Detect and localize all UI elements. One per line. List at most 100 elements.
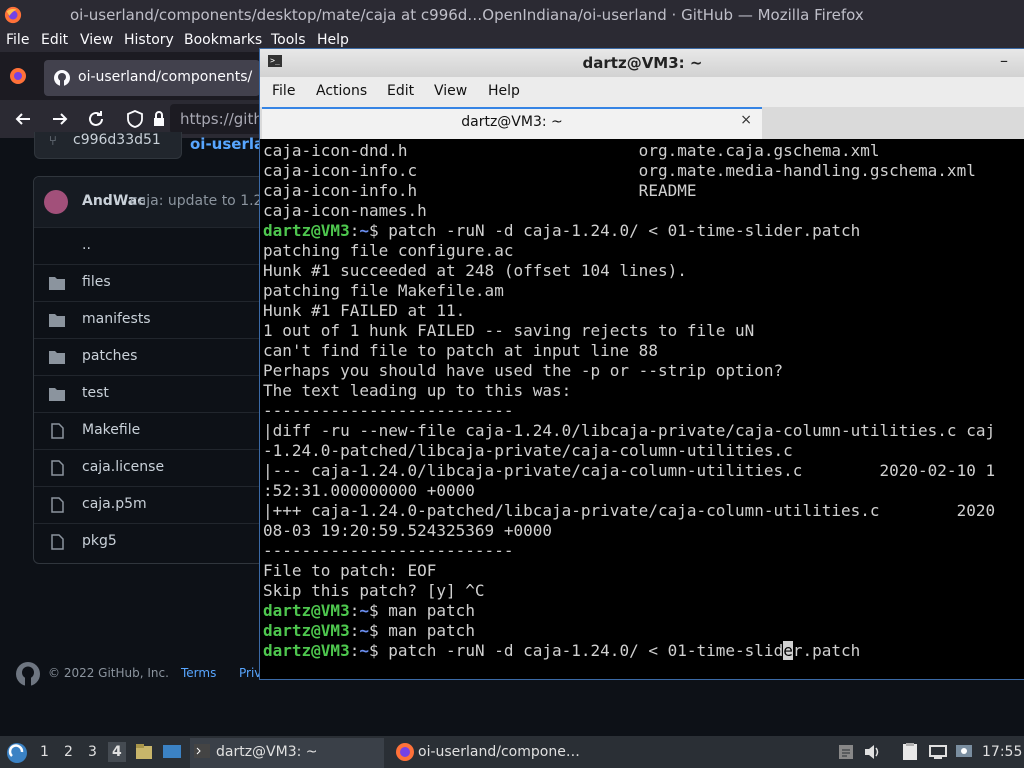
file-row-makefile[interactable]: Makefile (34, 412, 274, 449)
workspace-1[interactable]: 1 (40, 744, 49, 760)
parent-directory-row[interactable]: .. (34, 227, 274, 264)
start-menu-icon[interactable] (6, 742, 28, 764)
terminal-tab[interactable]: dartz@VM3: ~ × (262, 107, 762, 139)
menu-tools[interactable]: Tools (271, 32, 306, 48)
prompt-separator: : (349, 621, 360, 640)
file-name[interactable]: pkg5 (82, 533, 117, 549)
prompt-path: ~ (359, 621, 369, 640)
prompt-user: dartz@VM3 (263, 221, 350, 240)
file-manager-icon[interactable] (134, 742, 154, 762)
menu-help[interactable]: Help (317, 32, 349, 48)
prompt-command: patch -ruN -d caja-1.24.0/ < 01-time-sli… (388, 221, 861, 240)
terminal-output-line: -1.24.0-patched/libcaja-private/caja-col… (263, 441, 793, 460)
file-name[interactable]: caja.license (82, 459, 164, 475)
file-row-caja-license[interactable]: caja.license (34, 449, 274, 486)
workspace-2[interactable]: 2 (64, 744, 73, 760)
file-icon (51, 534, 64, 550)
terminal-prompt-line: dartz@VM3:~$ man patch (263, 621, 1023, 641)
close-icon[interactable]: × (740, 112, 752, 128)
lock-icon[interactable] (150, 110, 168, 128)
terminal-menu-file[interactable]: File (272, 83, 295, 99)
terminal-output-line: can't find file to patch at input line 8… (263, 341, 658, 360)
task-terminal[interactable]: dartz@VM3: ~ (190, 738, 384, 768)
menu-edit[interactable]: Edit (41, 32, 68, 48)
firefox-view-icon[interactable] (8, 66, 28, 86)
terminal-menu-edit[interactable]: Edit (387, 83, 414, 99)
prompt-dollar: $ (368, 601, 389, 620)
terminal-output-line: Skip this patch? [y] ^C (263, 581, 485, 600)
menu-file[interactable]: File (6, 32, 29, 48)
terminal-menu-view[interactable]: View (434, 83, 467, 99)
terminal-tab-label: dartz@VM3: ~ (461, 114, 563, 130)
tab-github-label: oi-userland/components/ (78, 69, 253, 85)
terminal-output-line: :52:31.000000000 +0000 (263, 481, 475, 500)
terminal-menu-actions[interactable]: Actions (316, 83, 367, 99)
prompt-path: ~ (359, 601, 369, 620)
file-row-pkg5[interactable]: pkg5 (34, 523, 274, 560)
file-name[interactable]: Makefile (82, 422, 140, 438)
volume-icon[interactable] (862, 742, 882, 762)
file-icon (51, 497, 64, 513)
file-row-caja-p5m[interactable]: caja.p5m (34, 486, 274, 523)
terminal-output[interactable]: caja-icon-dnd.h org.mate.caja.gschema.xm… (263, 141, 1023, 679)
firefox-titlebar[interactable]: oi-userland/components/desktop/mate/caja… (0, 0, 1024, 30)
footer-terms-link[interactable]: Terms (181, 666, 216, 680)
folder-icon (49, 314, 65, 327)
network-icon[interactable] (928, 742, 948, 762)
terminal-titlebar[interactable]: >_ dartz@VM3: ~ – (260, 49, 1024, 77)
avatar[interactable] (44, 190, 68, 214)
forward-icon[interactable] (51, 110, 69, 128)
terminal-output-line: The text leading up to this was: (263, 381, 572, 400)
terminal-menu-help[interactable]: Help (488, 83, 520, 99)
minimize-button[interactable]: – (1000, 51, 1008, 70)
menu-history[interactable]: History (124, 32, 174, 48)
prompt-user: dartz@VM3 (263, 641, 350, 660)
terminal-output-line: |diff -ru --new-file caja-1.24.0/libcaja… (263, 421, 996, 440)
file-name[interactable]: files (82, 274, 111, 290)
terminal-output-line: -------------------------- (263, 541, 514, 560)
file-icon (51, 460, 64, 476)
file-row-patches[interactable]: patches (34, 338, 274, 375)
file-name[interactable]: caja.p5m (82, 496, 147, 512)
terminal-output-line: 1 out of 1 hunk FAILED -- saving rejects… (263, 321, 755, 340)
latest-commit: AndWac caja: update to 1.26 (34, 177, 274, 228)
firefox-icon (4, 6, 22, 24)
terminal-output-line: File to patch: EOF (263, 561, 437, 580)
workspace-3[interactable]: 3 (88, 744, 97, 760)
github-icon[interactable] (16, 662, 40, 686)
menu-view[interactable]: View (80, 32, 113, 48)
prompt-separator: : (349, 641, 360, 660)
update-icon[interactable] (954, 742, 974, 762)
file-name[interactable]: test (82, 385, 109, 401)
file-row-files[interactable]: files (34, 264, 274, 301)
file-name[interactable]: patches (82, 348, 137, 364)
notes-icon[interactable] (900, 742, 920, 762)
folder-icon (49, 388, 65, 401)
terminal-output-line: caja-icon-info.c org.mate.media-handling… (263, 161, 976, 180)
workspace-4[interactable]: 4 (108, 742, 126, 762)
terminal-output-line: patching file Makefile.am (263, 281, 504, 300)
file-row-manifests[interactable]: manifests (34, 301, 274, 338)
terminal-prompt-line: dartz@VM3:~$ man patch (263, 601, 1023, 621)
tab-github[interactable]: oi-userland/components/ (44, 60, 260, 96)
terminal-icon (194, 744, 210, 758)
desktop-icon[interactable] (162, 742, 182, 762)
branch-selector[interactable]: ⑂ c996d33d51 (34, 132, 182, 159)
reload-icon[interactable] (87, 110, 105, 128)
file-name[interactable]: .. (82, 237, 91, 253)
commit-message[interactable]: caja: update to 1.26 (130, 193, 271, 209)
firefox-window-title: oi-userland/components/desktop/mate/caja… (70, 6, 864, 24)
prompt-command: man patch (388, 621, 475, 640)
menu-bookmarks[interactable]: Bookmarks (184, 32, 262, 48)
terminal-output-line: Perhaps you should have used the -p or -… (263, 361, 784, 380)
file-row-test[interactable]: test (34, 375, 274, 412)
file-name[interactable]: manifests (82, 311, 151, 327)
terminal-output-line: |--- caja-1.24.0/libcaja-private/caja-co… (263, 461, 996, 480)
terminal-output-line: caja-icon-dnd.h org.mate.caja.gschema.xm… (263, 141, 880, 160)
shield-icon[interactable] (126, 110, 144, 128)
clipboard-icon[interactable] (836, 742, 856, 762)
task-firefox[interactable]: oi-userland/compone… (392, 738, 592, 768)
back-icon[interactable] (14, 110, 32, 128)
command-text: patch -ruN -d caja-1.24.0/ < 01-time-sli… (388, 641, 784, 660)
folder-icon (49, 351, 65, 364)
